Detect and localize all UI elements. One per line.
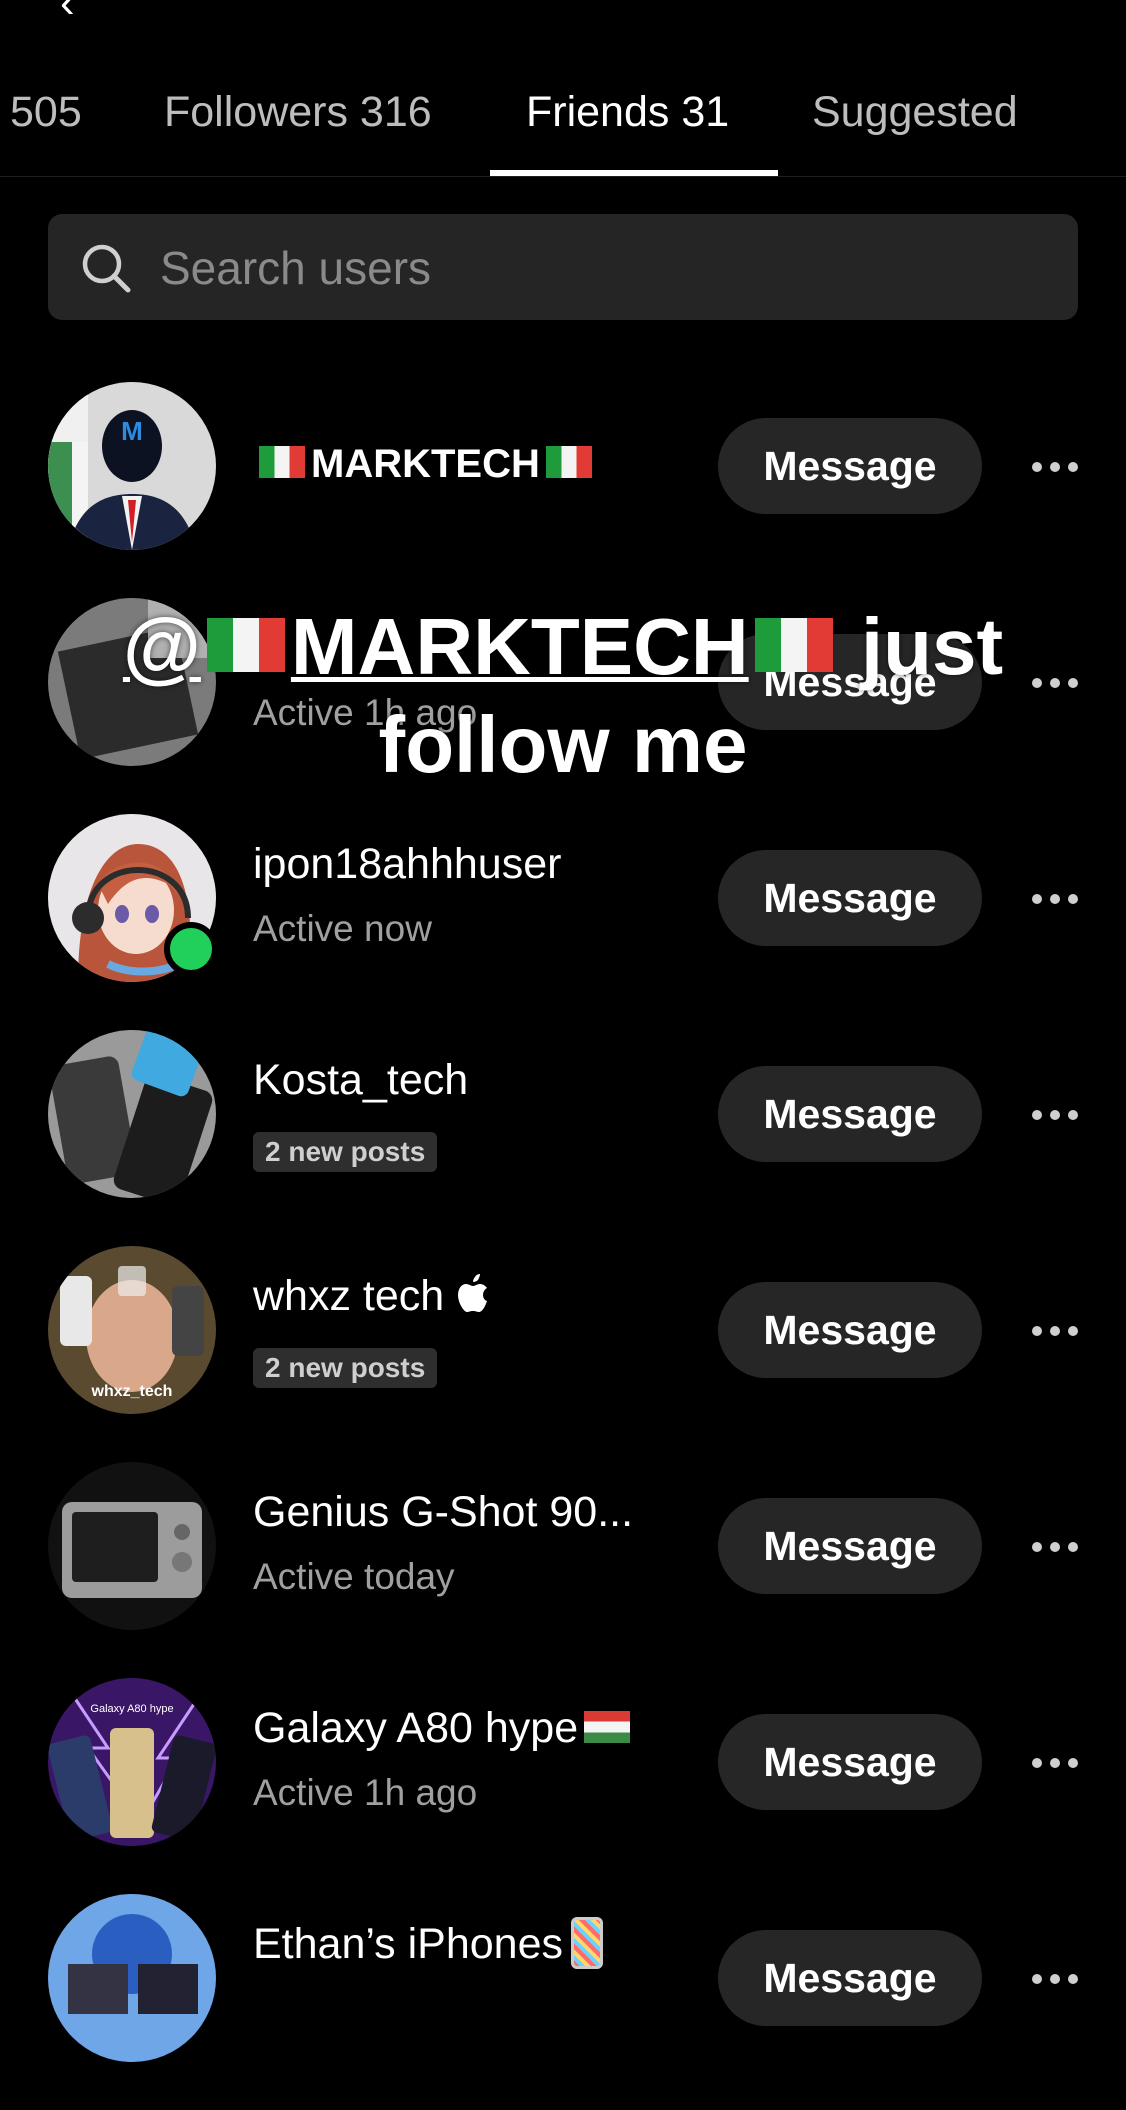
avatar[interactable]: M [48,382,216,550]
list-item[interactable]: Kosta_tech 2 new posts Message [0,1030,1126,1246]
back-chevron-icon[interactable]: ‹ [60,0,75,28]
online-indicator [164,922,218,976]
user-name[interactable]: Galaxy A80 hype [253,1704,636,1753]
user-status: Active today [253,1556,455,1597]
more-options-icon[interactable] [1030,1532,1080,1562]
list-item[interactable]: Genius G-Shot 90... Active today Message [0,1462,1126,1678]
new-posts-badge: 2 new posts [253,1132,438,1172]
top-header: ‹ [0,0,1126,30]
more-options-icon[interactable] [1030,1100,1080,1130]
avatar[interactable] [48,1030,216,1198]
message-button[interactable]: Message [718,1066,982,1162]
more-options-icon[interactable] [1030,668,1080,698]
message-button[interactable]: Message [718,418,982,514]
hungary-flag-icon [584,1710,631,1743]
list-item[interactable]: Ethan’s iPhones Message [0,1894,1126,2110]
user-name[interactable]: whxz tech [253,1272,490,1321]
more-options-icon[interactable] [1030,1964,1080,1994]
user-status: Active 1h ago [253,1772,478,1813]
search-icon [82,244,131,293]
active-tab-indicator [490,170,778,176]
more-options-icon[interactable] [1030,884,1080,914]
italy-flag-icon [545,446,592,479]
tab-friends[interactable]: Friends 31 [526,88,729,137]
avatar[interactable] [48,598,216,766]
svg-text:whxz_tech: whxz_tech [91,1383,173,1400]
more-options-icon[interactable] [1030,1748,1080,1778]
user-name[interactable]: Genius G-Shot 90... [253,1488,633,1537]
search-bar[interactable] [48,214,1078,322]
list-item[interactable]: M MARKTECH Message [0,382,1126,598]
italy-flag-icon [259,446,305,479]
new-posts-badge: 2 new posts [253,1348,438,1388]
apple-logo-icon [458,1274,488,1312]
list-item[interactable]: whxz_tech whxz tech 2 new posts Message [0,1246,1126,1462]
avatar[interactable] [48,1894,216,2062]
more-options-icon[interactable] [1030,452,1080,482]
message-button[interactable]: Message [718,850,982,946]
more-options-icon[interactable] [1030,1316,1080,1346]
tab-suggested[interactable]: Suggested [812,88,1018,137]
list-item[interactable]: Galaxy A80 hype Galaxy A80 hype Active 1… [0,1678,1126,1894]
user-status: Active now [253,908,432,949]
message-button[interactable]: Message [718,1714,982,1810]
message-button[interactable]: Message [718,1282,982,1378]
svg-text:Galaxy A80 hype: Galaxy A80 hype [90,1703,173,1715]
message-button[interactable]: Message [718,1930,982,2026]
message-button[interactable]: Message [718,1498,982,1594]
tab-following[interactable]: 505 [10,88,82,137]
user-name[interactable]: ipon18ahhhuser [253,840,561,889]
user-name[interactable]: Kosta_tech [253,1056,468,1105]
avatar[interactable]: whxz_tech [48,1246,216,1414]
svg-text:M: M [121,416,143,446]
avatar[interactable]: Galaxy A80 hype [48,1678,216,1846]
tab-followers[interactable]: Followers 316 [164,88,432,137]
mobile-phone-icon [571,1916,603,1969]
avatar[interactable] [48,1462,216,1630]
user-name[interactable]: MARKTECH [253,442,598,487]
tab-bar: 505 Followers 316 Friends 31 Suggested [0,60,1126,177]
list-item[interactable]: ipon18ahhhuser Active now Message [0,814,1126,1030]
message-button[interactable]: Message [718,634,982,730]
user-status: Active 1h ago [253,692,478,733]
list-item[interactable]: Active 1h ago Message [0,598,1126,814]
user-name[interactable]: Ethan’s iPhones [253,1916,603,1973]
search-input[interactable] [158,214,1042,322]
